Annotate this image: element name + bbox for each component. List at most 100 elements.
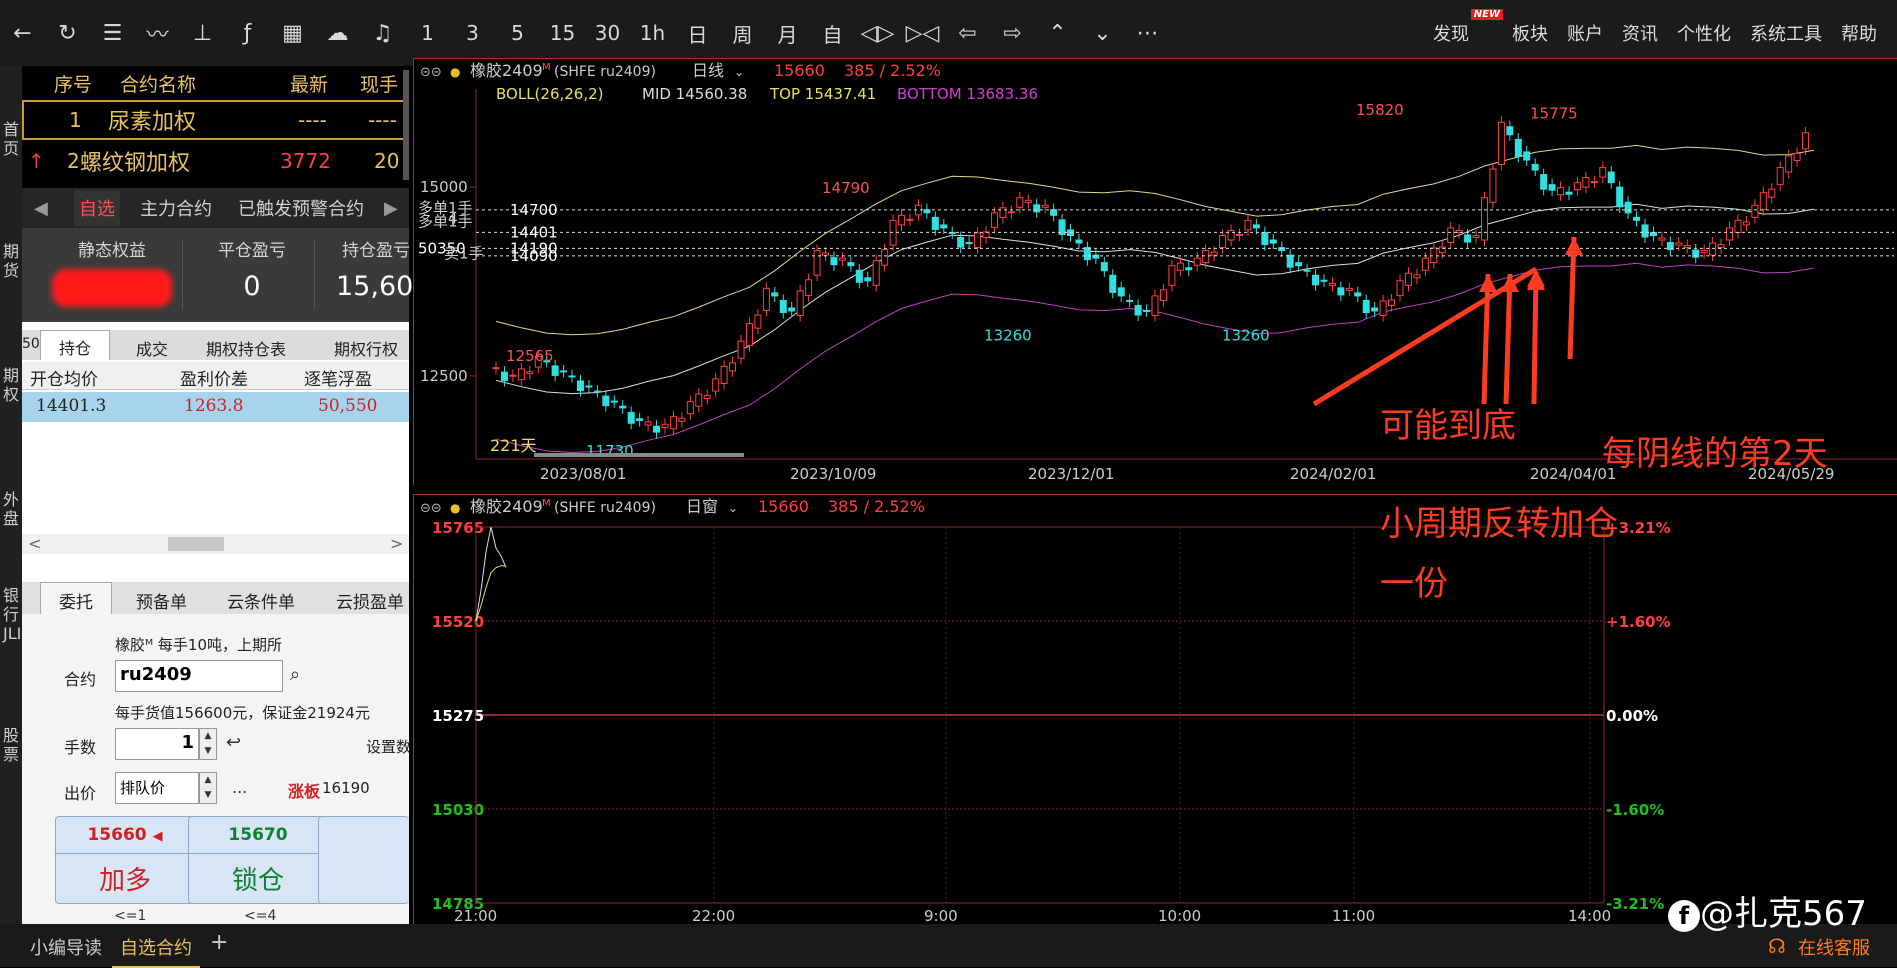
candle-body <box>779 299 787 314</box>
cloud-icon[interactable]: ☁ <box>315 0 360 66</box>
candle-body <box>1117 287 1125 297</box>
candle-body <box>1024 199 1032 203</box>
tab-editor-guide[interactable]: 小编导读 <box>30 934 102 960</box>
period-6[interactable]: 日 <box>675 0 720 66</box>
candle-body <box>1227 229 1235 241</box>
refresh-icon[interactable]: ↻ <box>45 0 90 66</box>
tab-favorite-contracts[interactable]: 自选合约 <box>112 928 200 968</box>
menu-2[interactable]: 账户 <box>1567 20 1603 46</box>
menu-0[interactable]: 发现 NEW <box>1433 9 1503 46</box>
candle-icon[interactable]: ⊥ <box>180 0 225 66</box>
reset-icon[interactable]: ↩ <box>226 732 241 753</box>
tab-favorites[interactable]: 自选 <box>74 190 120 226</box>
candle-body <box>1379 300 1387 317</box>
scroll-left-icon[interactable]: < <box>28 534 41 553</box>
candle-body <box>1700 250 1708 254</box>
scroll-thumb[interactable] <box>168 537 224 551</box>
candle-body <box>1658 237 1666 241</box>
tab-triggered-alerts[interactable]: 已触发预警合约 <box>238 195 364 221</box>
qty-input[interactable]: 1 <box>115 728 199 760</box>
buy-long-button[interactable]: 15660 ◀ 加多 <box>55 816 195 904</box>
tab-cloud-stop[interactable]: 云损盈单 <box>336 588 404 613</box>
logo-icon: f <box>1668 899 1700 932</box>
watchlist-row[interactable]: ↑ 2 螺纹钢加权 3772 20 <box>22 141 409 181</box>
period-8[interactable]: 月 <box>765 0 810 66</box>
tab-order[interactable]: 委托 <box>40 582 112 614</box>
period-2[interactable]: 5 <box>495 0 540 66</box>
menu-6[interactable]: 帮助 <box>1841 20 1877 46</box>
tab-prepared[interactable]: 预备单 <box>136 588 187 613</box>
add-tab-button[interactable]: + <box>210 930 228 955</box>
more-icon[interactable]: ⋯ <box>1125 0 1170 66</box>
position-row[interactable]: 14401.3 1263.8 50,550 <box>22 392 409 422</box>
chart-period: 日线 <box>692 61 724 80</box>
price-stepper[interactable]: ▲ ▼ <box>199 772 217 804</box>
dot-icon: ● <box>450 65 460 79</box>
intraday-chart[interactable]: ⊝⊝ ● 橡胶2409 M (SHFE ru2409) 日窗 ⌄ 15660 385 / 2.5… <box>414 495 1897 925</box>
select-icon[interactable]: ▦ <box>270 0 315 66</box>
online-service-link[interactable]: 在线客服 <box>1798 934 1870 960</box>
zoom-out-icon[interactable]: ▷◁ <box>900 0 945 66</box>
back-icon[interactable]: ← <box>0 0 45 66</box>
contract-input[interactable]: ru2409 <box>115 660 283 692</box>
candle-body <box>1219 234 1227 249</box>
zoom-in-icon[interactable]: ◁▷ <box>855 0 900 66</box>
tab-trades[interactable]: 成交 <box>136 336 168 360</box>
side-nav-foreign[interactable]: 外盘 <box>3 490 19 528</box>
side-nav-options[interactable]: 期权 <box>3 366 19 404</box>
tab-option-exercise[interactable]: 期权行权 <box>334 336 398 360</box>
price-input[interactable]: 排队价 <box>115 772 199 804</box>
candle-body <box>1404 272 1412 286</box>
arrow-left-icon[interactable]: ⇦ <box>945 0 990 66</box>
link-icon: ⊝⊝ <box>420 65 442 80</box>
watchlist-scrollbar[interactable] <box>403 70 409 180</box>
positions-scrollbar[interactable]: < > <box>22 534 409 554</box>
arrow-down-icon[interactable]: ⌄ <box>1080 0 1125 66</box>
x-tick: 2023/10/09 <box>790 465 876 483</box>
menu-4[interactable]: 个性化 <box>1677 20 1731 46</box>
annotation-reversal: 小周期反转加仓 <box>1380 504 1618 544</box>
menu-3[interactable]: 资讯 <box>1622 20 1658 46</box>
side-nav-home[interactable]: 首页 <box>3 120 19 158</box>
x-tick: 14:00 <box>1568 907 1611 925</box>
side-nav-bank[interactable]: 银行JLIIIT <box>3 586 41 643</box>
period-1[interactable]: 3 <box>450 0 495 66</box>
side-nav-futures[interactable]: 期货 <box>3 242 19 280</box>
watchlist-row[interactable]: 1 尿素加权 ---- ---- <box>22 100 409 140</box>
candle-body <box>1109 274 1117 293</box>
list-icon[interactable]: ☰ <box>90 0 135 66</box>
intraday-chart-panel[interactable]: ⊝⊝ ● 橡胶2409 M (SHFE ru2409) 日窗 ⌄ 15660 385 / 2.5… <box>413 494 1897 925</box>
bell-icon[interactable]: ♫ <box>360 0 405 66</box>
menu-5[interactable]: 系统工具 <box>1750 20 1822 46</box>
menu-1[interactable]: 板块 <box>1512 20 1548 46</box>
more-button[interactable]: ... <box>232 778 247 797</box>
sell-button[interactable] <box>318 816 409 904</box>
search-icon[interactable]: ⌕ <box>290 664 300 685</box>
tab-positions[interactable]: 持仓 <box>40 330 111 360</box>
period-9[interactable]: 自 <box>810 0 855 66</box>
tab-cloud-condition[interactable]: 云条件单 <box>227 588 295 613</box>
side-nav-stocks[interactable]: 股票 <box>3 726 19 764</box>
tab-option-positions[interactable]: 期权持仓表 <box>206 336 286 360</box>
kline-chart[interactable]: ⊝⊝ ● 橡胶2409 M (SHFE ru2409) 日线 ⌄ 15660 385 / 2.5… <box>414 59 1897 486</box>
tab-main-contracts[interactable]: 主力合约 <box>140 195 212 221</box>
arrow-up-icon[interactable]: ⌃ <box>1035 0 1080 66</box>
tab-next-icon[interactable]: ▶ <box>384 198 398 219</box>
dot-icon: ● <box>450 501 460 515</box>
line-chart-icon[interactable]: 〰 <box>135 0 180 66</box>
period-3[interactable]: 15 <box>540 0 585 66</box>
formula-icon[interactable]: ƒ <box>225 0 270 66</box>
lock-button[interactable]: 15670 锁仓 <box>188 816 328 904</box>
qty-stepper[interactable]: ▲ ▼ <box>199 728 217 760</box>
order-tabs: 委托 预备单 云条件单 云损盈单 <box>22 582 409 614</box>
period-7[interactable]: 周 <box>720 0 765 66</box>
arrow-right-icon[interactable]: ⇨ <box>990 0 1035 66</box>
scroll-right-icon[interactable]: > <box>390 534 403 553</box>
candle-body <box>1176 262 1184 271</box>
candle-body <box>1624 201 1632 214</box>
period-5[interactable]: 1h <box>630 0 675 66</box>
period-0[interactable]: 1 <box>405 0 450 66</box>
period-4[interactable]: 30 <box>585 0 630 66</box>
tab-prev-icon[interactable]: ◀ <box>34 198 48 219</box>
kline-chart-panel[interactable]: ⊝⊝ ● 橡胶2409 M (SHFE ru2409) 日线 ⌄ 15660 385 / 2.5… <box>413 58 1897 486</box>
